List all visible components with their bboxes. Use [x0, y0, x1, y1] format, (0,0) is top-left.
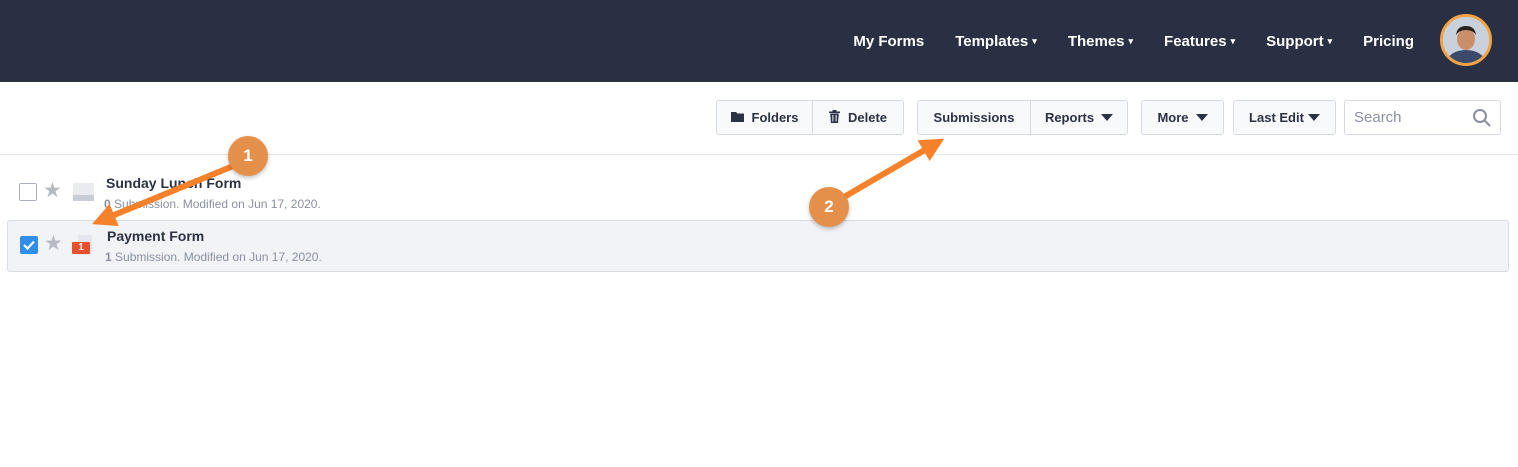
forms-toolbar: Folders Delete Submissions Reports More [0, 82, 1518, 155]
chevron-down-icon: ▾ [1032, 35, 1037, 46]
search-icon[interactable] [1472, 108, 1491, 132]
submission-count: 0 [104, 197, 111, 211]
sort-group: Last Edit [1233, 100, 1336, 135]
checkmark-icon [23, 240, 35, 251]
nav-templates[interactable]: Templates ▾ [955, 33, 1037, 50]
form-meta-text: Submission. Modified on Jun 17, 2020. [111, 250, 322, 264]
form-checkbox[interactable] [19, 183, 37, 201]
nav-pricing[interactable]: Pricing [1363, 33, 1414, 50]
form-list-item[interactable]: ★ Sunday Lunch Form 0 Submission. Modifi… [7, 168, 1509, 220]
form-list-item-selected[interactable]: ★ 1 Payment Form 1 Submission. Modified … [7, 220, 1509, 272]
nav-support[interactable]: Support ▾ [1266, 33, 1332, 50]
trash-icon [828, 109, 840, 126]
form-meta: 1 Submission. Modified on Jun 17, 2020. [105, 250, 322, 264]
chevron-down-icon: ▾ [1230, 35, 1236, 46]
delete-label: Delete [847, 110, 888, 125]
nav-my-forms[interactable]: My Forms [853, 33, 924, 50]
more-group: More [1141, 100, 1224, 135]
more-label: More [1157, 110, 1189, 125]
nav-pricing-label: Pricing [1363, 32, 1414, 50]
nav-support-label: Support [1266, 32, 1324, 50]
caret-down-icon [1307, 114, 1320, 121]
star-icon[interactable]: ★ [44, 233, 63, 254]
top-navigation-bar: My Forms Templates ▾ Themes ▾ Features ▾… [0, 0, 1518, 82]
jotform-my-forms-page: My Forms Templates ▾ Themes ▾ Features ▾… [0, 0, 1518, 467]
form-meta: 0 Submission. Modified on Jun 17, 2020. [104, 197, 321, 211]
search-input[interactable] [1345, 101, 1465, 134]
last-edit-sort-button[interactable]: Last Edit [1234, 101, 1335, 134]
form-icon [73, 183, 94, 201]
caret-down-icon [1101, 114, 1114, 121]
nav-templates-label: Templates [955, 32, 1029, 50]
form-icon: 1 [72, 235, 96, 257]
form-title[interactable]: Payment Form [107, 228, 204, 244]
submissions-button[interactable]: Submissions [918, 101, 1030, 134]
nav-themes[interactable]: Themes ▾ [1068, 33, 1133, 50]
star-icon[interactable]: ★ [43, 180, 62, 201]
search-box [1344, 100, 1501, 135]
chevron-down-icon: ▾ [1128, 35, 1134, 46]
form-meta-text: Submission. Modified on Jun 17, 2020. [110, 197, 321, 211]
nav-my-forms-label: My Forms [853, 32, 925, 50]
delete-button[interactable]: Delete [812, 101, 903, 134]
reports-button[interactable]: Reports [1030, 101, 1127, 134]
form-checkbox-checked[interactable] [20, 236, 38, 254]
nav-features[interactable]: Features ▾ [1164, 33, 1235, 50]
annotation-badge-2: 2 [809, 187, 849, 227]
submissions-label: Submissions [933, 110, 1015, 125]
user-avatar[interactable] [1440, 14, 1492, 66]
chevron-down-icon: ▾ [1327, 35, 1333, 46]
more-button[interactable]: More [1142, 101, 1223, 134]
reports-label: Reports [1044, 110, 1095, 125]
nav-features-label: Features [1164, 32, 1227, 50]
submission-count: 1 [105, 250, 112, 264]
annotation-badge-1: 1 [228, 136, 268, 176]
folders-label: Folders [751, 110, 799, 125]
folder-delete-group: Folders Delete [716, 100, 904, 135]
folders-button[interactable]: Folders [717, 101, 812, 134]
nav-links: My Forms Templates ▾ Themes ▾ Features ▾… [822, 0, 1414, 82]
last-edit-label: Last Edit [1249, 110, 1304, 125]
nav-themes-label: Themes [1067, 32, 1125, 50]
new-submissions-badge: 1 [72, 242, 90, 254]
form-title[interactable]: Sunday Lunch Form [106, 175, 241, 191]
submissions-reports-group: Submissions Reports [917, 100, 1128, 135]
avatar-portrait-icon [1443, 17, 1489, 63]
folder-icon [730, 110, 744, 125]
caret-down-icon [1195, 114, 1208, 121]
